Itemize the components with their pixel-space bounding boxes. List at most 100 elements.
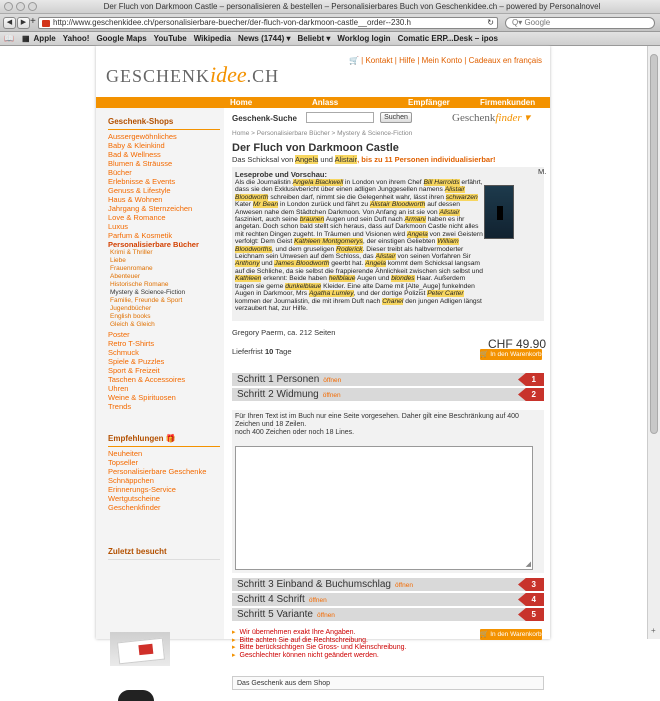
- sidebar-subitem[interactable]: Frauenromane: [108, 265, 222, 273]
- sidebar-reco-item[interactable]: Erinnerungs-Service: [108, 485, 222, 494]
- reading-list-icon[interactable]: 📖: [4, 32, 14, 45]
- bookmark-item[interactable]: Apple: [34, 32, 56, 45]
- sidebar-subitem[interactable]: Jugendbücher: [108, 305, 222, 313]
- step-open-link[interactable]: öffnen: [309, 597, 327, 604]
- sidebar-subitem[interactable]: Gleich & Gleich: [108, 321, 222, 329]
- close-window-button[interactable]: [4, 2, 13, 11]
- sidebar-item-active-shop[interactable]: Personalisierbare Bücher: [108, 240, 222, 249]
- sidebar-subitem[interactable]: Familie, Freunde & Sport: [108, 297, 222, 305]
- bookmark-item[interactable]: Yahoo!: [63, 32, 90, 45]
- sidebar-item[interactable]: Blumen & Sträusse: [108, 159, 222, 168]
- step-number-badge: 2: [518, 388, 544, 401]
- sidebar-item[interactable]: Genuss & Lifestyle: [108, 186, 222, 195]
- nav-home[interactable]: Home: [230, 98, 252, 107]
- step-3-header[interactable]: Schritt 3 Einband & Buchumschlag öffnen 3: [232, 578, 544, 591]
- vertical-scrollbar[interactable]: +: [647, 46, 660, 639]
- nav-firmenkunden[interactable]: Firmenkunden: [480, 98, 535, 107]
- sidebar-item[interactable]: Sport & Freizeit: [108, 366, 222, 375]
- browser-toolbar: ◀ ▶ + http://www.geschenkidee.ch/persona…: [0, 14, 660, 32]
- sidebar-reco-item[interactable]: Personalisierbare Geschenke: [108, 467, 222, 476]
- sidebar-item[interactable]: Haus & Wohnen: [108, 195, 222, 204]
- bookmark-item[interactable]: Wikipedia: [194, 32, 231, 45]
- bookmark-item[interactable]: News (1744) ▾: [238, 32, 290, 45]
- sidebar-item[interactable]: Bücher: [108, 168, 222, 177]
- main-navigation: Home Anlass Empfänger Firmenkunden: [96, 97, 550, 108]
- sidebar-subitem[interactable]: Abenteuer: [108, 273, 222, 281]
- window-controls[interactable]: [4, 2, 40, 13]
- book-cover-image[interactable]: [484, 185, 514, 239]
- step-open-link[interactable]: öffnen: [323, 392, 341, 399]
- bookmark-item[interactable]: Google Maps: [96, 32, 146, 45]
- sidebar-reco-item[interactable]: Wertgutscheine: [108, 494, 222, 503]
- sidebar-reco-item[interactable]: Schnäppchen: [108, 476, 222, 485]
- step-2-header[interactable]: Schritt 2 Widmung öffnen 2: [232, 388, 544, 401]
- sidebar-item[interactable]: Baby & Kleinkind: [108, 141, 222, 150]
- bookmark-item[interactable]: YouTube: [154, 32, 187, 45]
- bookmark-item[interactable]: Comatic ERP...Desk – ipos: [398, 32, 498, 45]
- sidebar-item[interactable]: Parfum & Kosmetik: [108, 231, 222, 240]
- sidebar: Geschenk-Shops Aussergewöhnliches Baby & …: [96, 108, 224, 701]
- dedication-textarea[interactable]: ◢: [235, 446, 533, 570]
- tagline-post: , bis zu 11 Personen individualisierbar!: [357, 155, 496, 164]
- sidebar-item[interactable]: Taschen & Accessoires: [108, 375, 222, 384]
- sidebar-subitem[interactable]: Liebe: [108, 257, 222, 265]
- site-logo[interactable]: GESCHENKidee.CH: [106, 62, 279, 88]
- add-to-cart-button-bottom[interactable]: 🛒 In den Warenkorb: [480, 629, 542, 640]
- sidebar-subitem[interactable]: Krimi & Thriller: [108, 249, 222, 257]
- sidebar-item[interactable]: Love & Romance: [108, 213, 222, 222]
- sidebar-item[interactable]: Luxus: [108, 222, 222, 231]
- sidebar-item[interactable]: Trends: [108, 402, 222, 411]
- sidebar-item[interactable]: Weine & Spirituosen: [108, 393, 222, 402]
- address-bar[interactable]: http://www.geschenkidee.ch/personalisier…: [38, 17, 498, 29]
- search-input[interactable]: [306, 112, 374, 123]
- step2-panel: Für Ihren Text ist im Buch nur eine Seit…: [232, 410, 544, 573]
- minimize-window-button[interactable]: [16, 2, 25, 11]
- step-open-link[interactable]: öffnen: [395, 582, 413, 589]
- nav-empfaenger[interactable]: Empfänger: [408, 98, 450, 107]
- google-search-field[interactable]: Q▾ Google: [505, 17, 655, 29]
- sidebar-reco-item[interactable]: Neuheiten: [108, 449, 222, 458]
- sidebar-item[interactable]: Uhren: [108, 384, 222, 393]
- step-open-link[interactable]: öffnen: [323, 377, 341, 384]
- step-open-link[interactable]: öffnen: [317, 612, 335, 619]
- nav-anlass[interactable]: Anlass: [312, 98, 338, 107]
- breadcrumb[interactable]: Home > Personalisierbare Bücher > Myster…: [232, 130, 412, 137]
- bookmark-item[interactable]: Beliebt ▾: [297, 32, 330, 45]
- top-sites-icon[interactable]: ▦: [22, 32, 30, 45]
- sidebar-item[interactable]: Bad & Wellness: [108, 150, 222, 159]
- step-5-header[interactable]: Schritt 5 Variante öffnen 5: [232, 608, 544, 621]
- reload-icon[interactable]: ↻: [487, 18, 494, 28]
- resize-grip-icon[interactable]: ◢: [526, 560, 531, 568]
- sidebar-item[interactable]: Erlebnisse & Events: [108, 177, 222, 186]
- geschenkfinder-dropdown[interactable]: Geschenkfinder ▾: [452, 111, 530, 124]
- recent-product-thumbnail[interactable]: [110, 632, 170, 666]
- back-button[interactable]: ◀: [3, 17, 16, 29]
- page-title: Der Fluch von Darkmoon Castle: [232, 142, 399, 154]
- scrollbar-thumb[interactable]: [650, 54, 658, 434]
- sidebar-subitem[interactable]: English books: [108, 313, 222, 321]
- sidebar-item[interactable]: Spiele & Puzzles: [108, 357, 222, 366]
- sidebar-subitem[interactable]: Historische Romane: [108, 281, 222, 289]
- delivery-time: Lieferfrist 10 Tage: [232, 347, 292, 356]
- add-to-cart-button[interactable]: 🛒 In den Warenkorb: [480, 349, 542, 360]
- sidebar-item[interactable]: Aussergewöhnliches: [108, 132, 222, 141]
- step-1-header[interactable]: Schritt 1 Personen öffnen 1: [232, 373, 544, 386]
- sidebar-item[interactable]: Schmuck: [108, 348, 222, 357]
- sidebar-item[interactable]: Jahrgang & Sternzeichen: [108, 204, 222, 213]
- sidebar-item[interactable]: Retro T-Shirts: [108, 339, 222, 348]
- step-4-header[interactable]: Schritt 4 Schrift öffnen 4: [232, 593, 544, 606]
- window-titlebar: Der Fluch von Darkmoon Castle – personal…: [0, 0, 660, 14]
- tagline-name-2: Alistair: [334, 155, 358, 164]
- search-button[interactable]: Suchen: [380, 112, 412, 123]
- sidebar-item[interactable]: Poster: [108, 330, 222, 339]
- top-links[interactable]: 🛒 | Kontakt | Hilfe | Mein Konto | Cadea…: [349, 56, 542, 65]
- add-bookmark-icon[interactable]: +: [30, 16, 36, 27]
- step-number-badge: 5: [518, 608, 544, 621]
- sidebar-reco-item[interactable]: Topseller: [108, 458, 222, 467]
- sidebar-reco-item[interactable]: Geschenkfinder: [108, 503, 222, 512]
- bookmark-item[interactable]: Worklog login: [337, 32, 390, 45]
- forward-button[interactable]: ▶: [17, 17, 30, 29]
- recent-product-thumbnail-2[interactable]: [118, 690, 154, 701]
- zoom-window-button[interactable]: [28, 2, 37, 11]
- sidebar-subitem[interactable]: Mystery & Science-Fiction: [108, 289, 222, 297]
